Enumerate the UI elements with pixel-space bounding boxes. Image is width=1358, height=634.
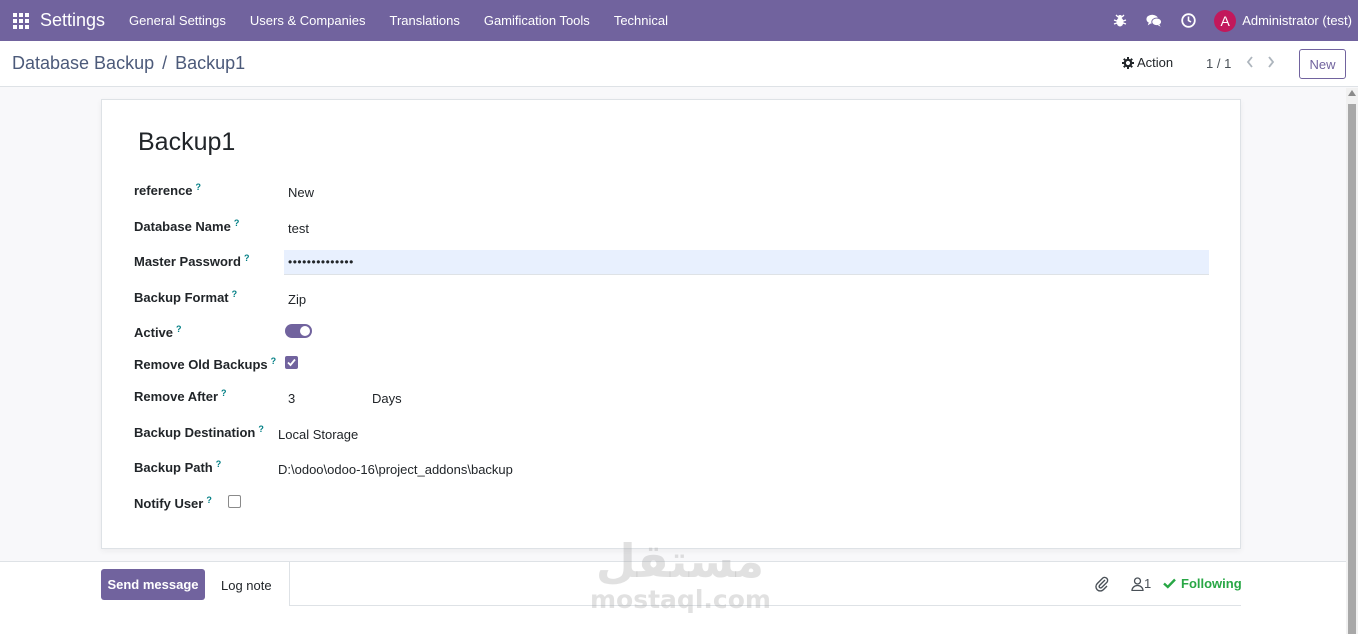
backup-format-label: Backup Format? [134,289,238,305]
chatter-divider [289,562,290,605]
help-tooltip-icon[interactable]: ? [216,459,222,469]
menu-technical[interactable]: Technical [602,0,680,41]
backup-path-field[interactable]: D:\odoo\odoo-16\project_addons\backup [278,462,513,477]
help-tooltip-icon[interactable]: ? [244,253,250,263]
control-panel: Database Backup / Backup1 Action 1 / 1 N… [0,41,1358,87]
backup-path-label: Backup Path? [134,459,222,475]
help-tooltip-icon[interactable]: ? [206,495,212,505]
check-icon [287,358,296,367]
new-record-button[interactable]: New [1299,49,1346,79]
action-menu-button[interactable]: Action [1122,55,1173,70]
breadcrumb-parent-link[interactable]: Database Backup [12,53,154,74]
avatar: A [1214,9,1237,32]
paperclip-icon[interactable] [1094,576,1110,592]
reference-value: New [288,185,315,200]
form-sheet: Backup1 reference? New Database Name? te… [101,99,1241,549]
chatter: Send message Log note 1 Following [0,561,1346,634]
bug-icon[interactable] [1112,13,1128,29]
breadcrumb-current: Backup1 [175,53,246,73]
help-tooltip-icon[interactable]: ? [221,388,227,398]
help-tooltip-icon[interactable]: ? [271,356,277,366]
followers-button[interactable]: 1 [1131,576,1151,591]
user-icon [1131,576,1144,591]
scroll-thumb[interactable] [1348,104,1356,634]
page-scrollbar[interactable] [1346,88,1358,634]
help-tooltip-icon[interactable]: ? [234,218,240,228]
user-name: Administrator (test) [1242,13,1352,28]
pager-value[interactable]: 1 / 1 [1206,56,1231,71]
record-title[interactable]: Backup1 [138,128,235,157]
pager-next-button[interactable] [1264,53,1278,71]
remove-old-backups-label: Remove Old Backups? [134,356,277,372]
apps-menu-icon[interactable] [13,12,29,29]
clock-icon[interactable] [1180,13,1196,29]
following-label: Following [1181,576,1242,591]
menu-gamification-tools[interactable]: Gamification Tools [472,0,602,41]
backup-format-select[interactable]: Zip [288,292,306,307]
send-message-button[interactable]: Send message [101,569,205,600]
database-name-label: Database Name? [134,218,240,234]
chat-icon[interactable] [1146,13,1163,29]
main-menu: General Settings Users & Companies Trans… [117,0,680,41]
master-password-field[interactable]: •••••••••••••• [284,250,1209,275]
menu-general-settings[interactable]: General Settings [117,0,238,41]
master-password-label: Master Password? [134,253,250,269]
following-button[interactable]: Following [1163,576,1242,591]
help-tooltip-icon[interactable]: ? [232,289,238,299]
action-label: Action [1137,55,1174,70]
chatter-separator-line [289,605,1241,606]
pager-previous-button[interactable] [1243,53,1257,71]
gear-icon [1122,56,1134,69]
remove-after-label: Remove After? [134,388,227,404]
log-note-button[interactable]: Log note [221,578,272,593]
backup-destination-select[interactable]: Local Storage [278,427,358,442]
reference-label: reference? [134,182,202,198]
help-tooltip-icon[interactable]: ? [196,182,202,192]
remove-old-backups-checkbox[interactable] [285,356,298,369]
menu-translations[interactable]: Translations [378,0,472,41]
database-name-field[interactable]: test [288,221,309,236]
app-brand[interactable]: Settings [40,10,105,31]
check-icon [1163,578,1176,589]
breadcrumb-separator: / [162,53,168,73]
chevron-right-icon [1268,56,1275,68]
help-tooltip-icon[interactable]: ? [176,324,182,334]
top-navbar: Settings General Settings Users & Compan… [0,0,1358,41]
active-label: Active? [134,324,182,340]
user-menu[interactable]: A Administrator (test) [1214,9,1352,32]
breadcrumb: Database Backup / Backup1 [12,53,245,74]
notify-user-checkbox[interactable] [228,495,241,508]
active-toggle[interactable] [285,324,312,338]
remove-after-field[interactable]: 3 [288,391,295,406]
scroll-up-arrow[interactable] [1348,90,1356,96]
chevron-left-icon [1246,56,1253,68]
menu-users-companies[interactable]: Users & Companies [238,0,378,41]
help-tooltip-icon[interactable]: ? [258,424,264,434]
backup-destination-label: Backup Destination? [134,424,264,440]
remove-after-unit: Days [372,391,402,406]
systray: A Administrator (test) [1112,0,1352,41]
toggle-knob [300,326,310,336]
followers-count: 1 [1144,576,1152,591]
notify-user-label: Notify User? [134,495,212,511]
